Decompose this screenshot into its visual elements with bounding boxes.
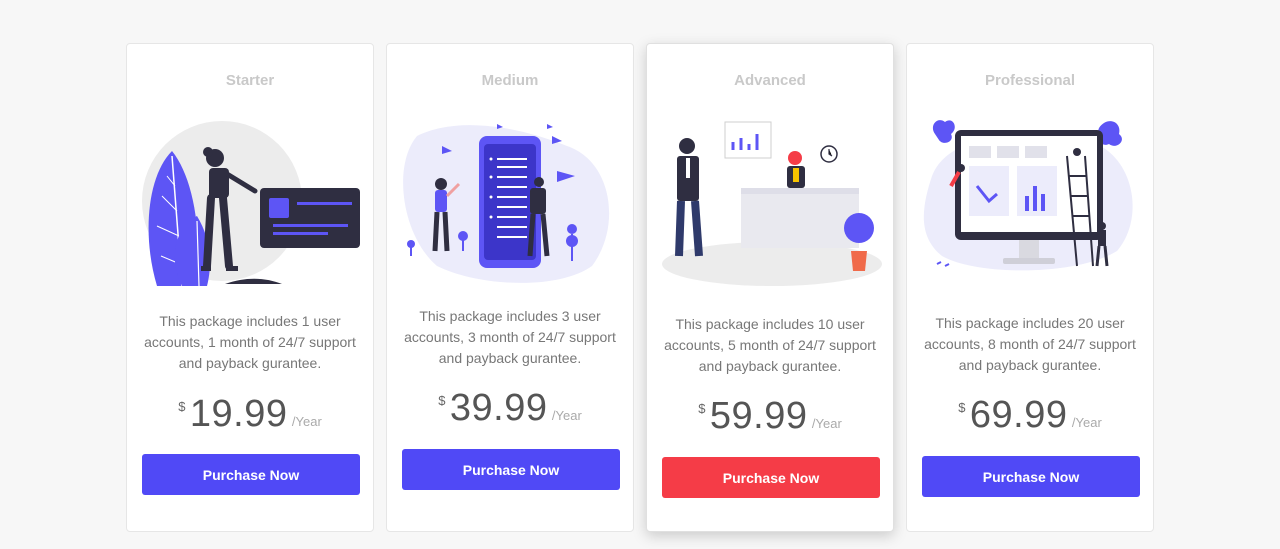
currency-symbol: $ — [178, 399, 186, 414]
plan-description: This package includes 20 user accounts, … — [924, 315, 1136, 373]
plan-title: Medium — [481, 72, 539, 89]
plan-price: $ 39.99 /Year — [387, 387, 633, 430]
price-amount: 59.99 — [709, 395, 808, 437]
price-period: /Year — [551, 408, 582, 423]
purchase-button[interactable]: Purchase Now — [922, 456, 1140, 497]
plan-price: $ 69.99 /Year — [907, 394, 1153, 437]
plan-description: This package includes 1 user accounts, 1… — [144, 313, 356, 371]
pricing-card-medium: Medium This package includes 3 user acco… — [386, 43, 634, 532]
plan-title: Professional — [984, 72, 1076, 89]
plan-description: This package includes 10 user accounts, … — [664, 316, 876, 374]
pricing-card-starter: Starter This package includes 1 user acc… — [126, 43, 374, 532]
pricing-card-professional: Professional This package includes 20 us… — [906, 43, 1154, 532]
purchase-button[interactable]: Purchase Now — [142, 454, 360, 495]
plan-title: Advanced — [734, 72, 806, 89]
office-reception-illustration — [662, 121, 882, 286]
plan-title: Starter — [225, 72, 275, 89]
currency-symbol: $ — [958, 400, 966, 415]
purchase-button[interactable]: Purchase Now — [662, 457, 880, 498]
plan-description: This package includes 3 user accounts, 3… — [404, 308, 616, 366]
price-period: /Year — [291, 414, 322, 429]
price-period: /Year — [811, 416, 842, 431]
currency-symbol: $ — [438, 393, 446, 408]
purchase-button[interactable]: Purchase Now — [402, 449, 620, 490]
monitor-dashboard-illustration — [923, 120, 1133, 271]
plan-price: $ 19.99 /Year — [127, 393, 373, 436]
phone-messages-illustration — [403, 124, 610, 283]
price-period: /Year — [1071, 415, 1102, 430]
currency-symbol: $ — [698, 401, 706, 416]
price-amount: 19.99 — [189, 393, 288, 435]
woman-card-illustration — [142, 121, 360, 287]
price-amount: 39.99 — [449, 387, 548, 429]
pricing-card-advanced: Advanced This package includes 10 user a… — [646, 43, 894, 532]
plan-price: $ 59.99 /Year — [647, 395, 893, 438]
price-amount: 69.99 — [969, 394, 1068, 436]
